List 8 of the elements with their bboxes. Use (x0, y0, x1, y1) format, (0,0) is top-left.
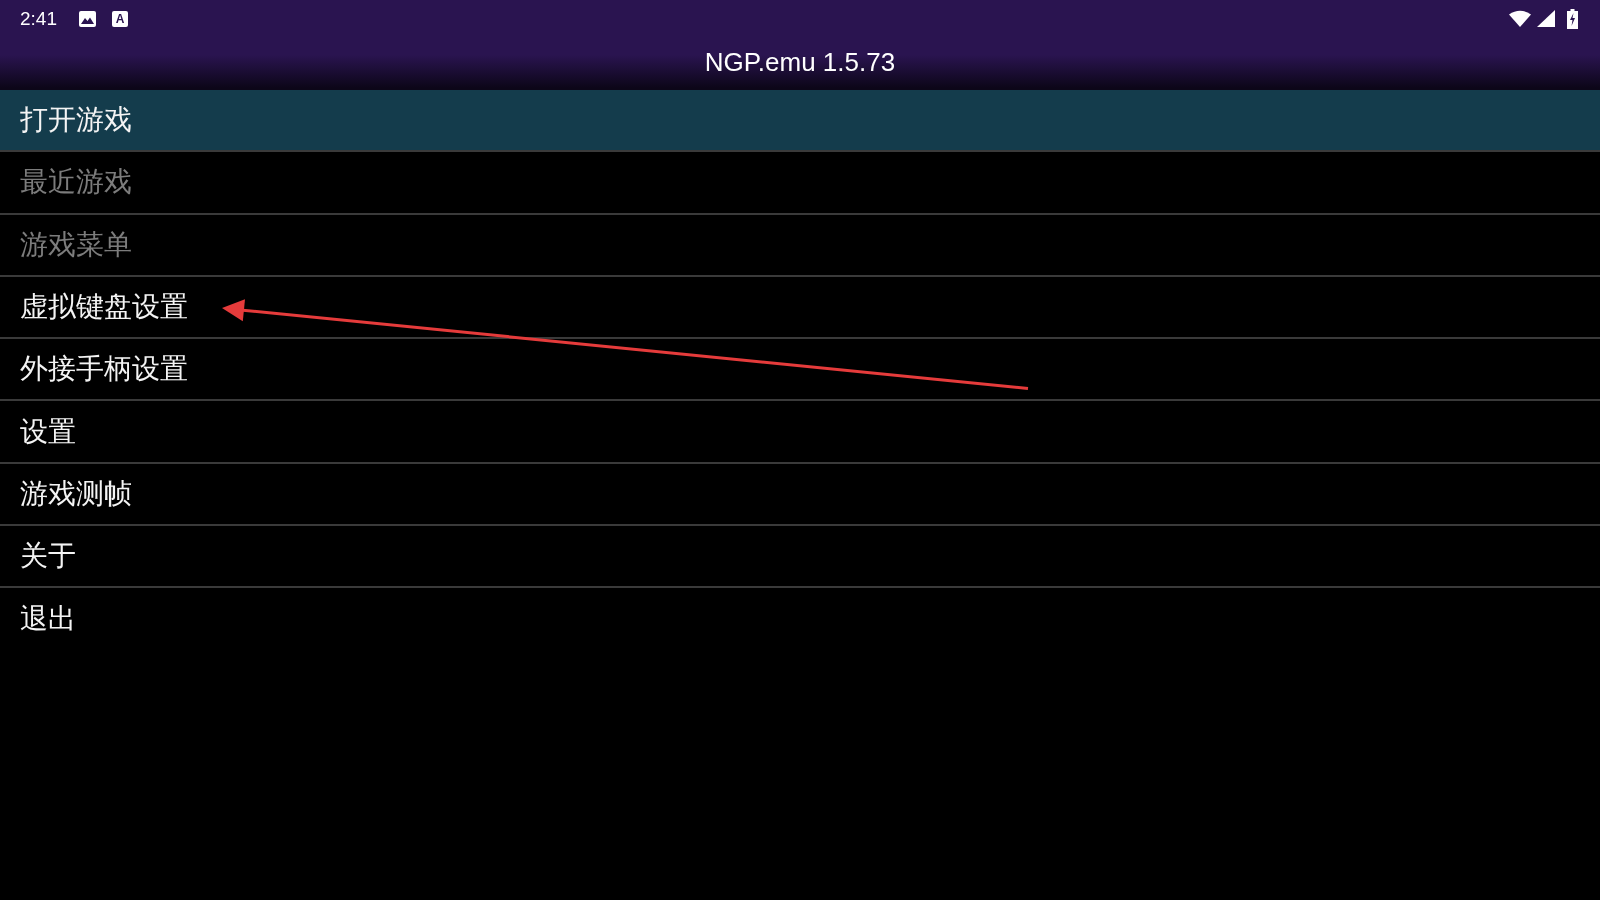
input-method-indicator: A (112, 10, 128, 27)
image-icon (79, 10, 96, 27)
status-time: 2:41 (20, 7, 57, 30)
battery-charging-icon (1567, 8, 1578, 29)
wifi-icon (1509, 10, 1531, 27)
app-title: NGP.emu 1.5.73 (704, 47, 896, 78)
menu-item[interactable]: 打开游戏 (0, 90, 1600, 153)
signal-icon (1537, 10, 1555, 27)
